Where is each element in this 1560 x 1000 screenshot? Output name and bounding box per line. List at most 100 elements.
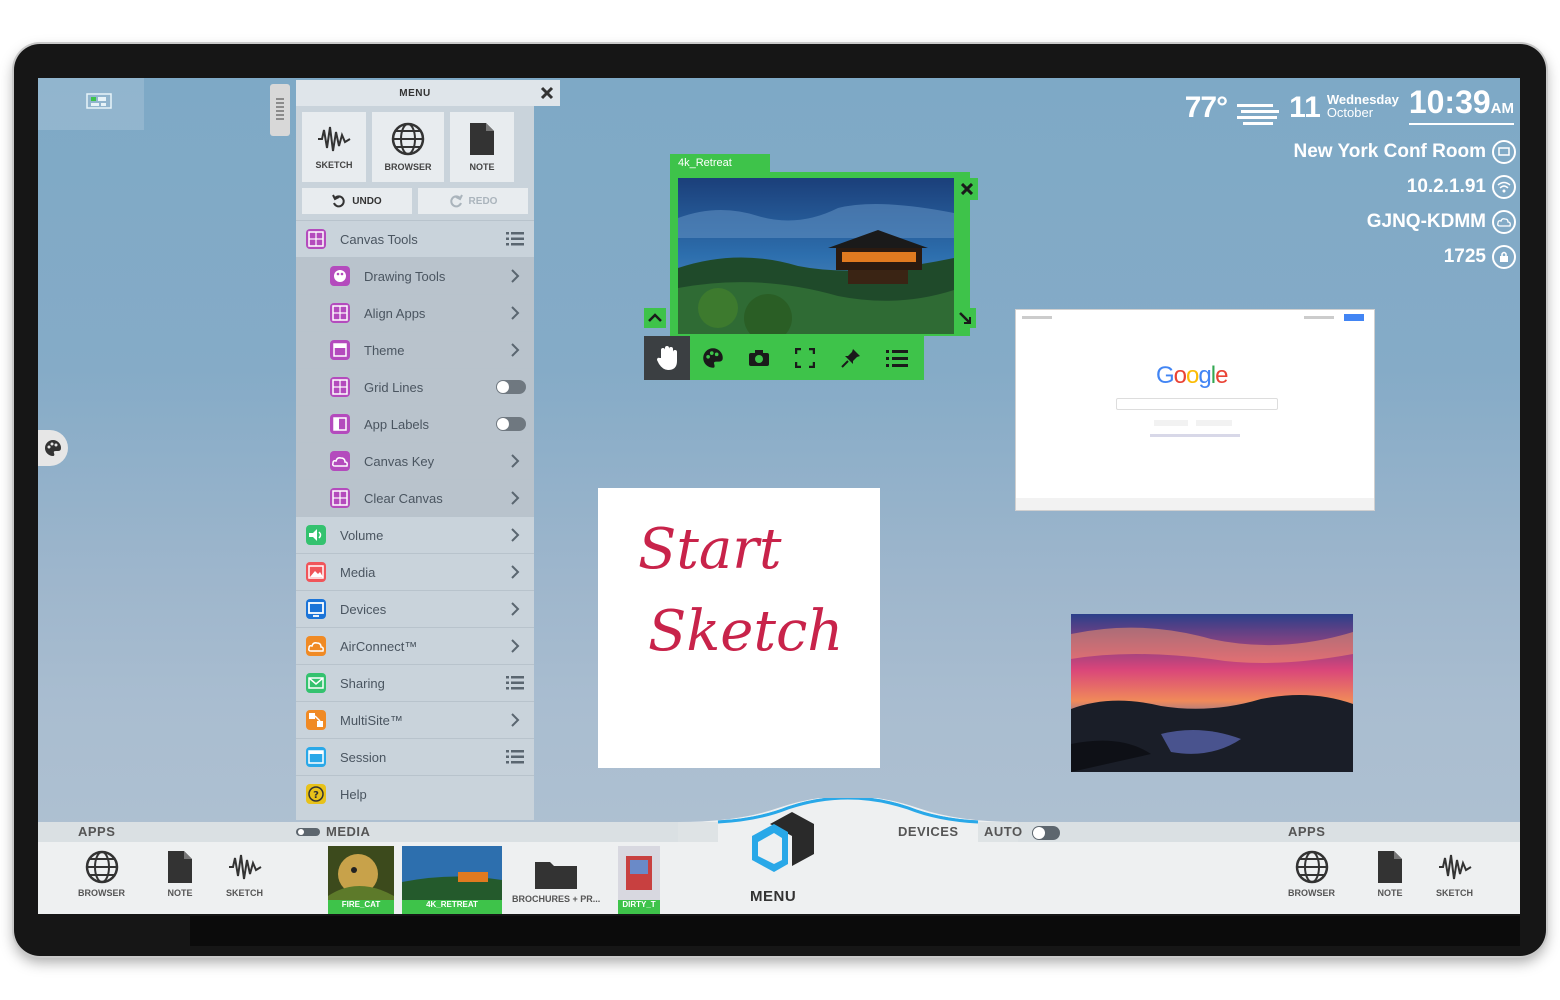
multisite-icon — [306, 710, 326, 730]
share-icon — [306, 673, 326, 693]
media-thumb-dirty[interactable]: DIRTY_T — [618, 846, 660, 914]
redo-button[interactable]: REDO — [418, 188, 528, 214]
menu-item-label: Clear Canvas — [364, 490, 443, 506]
menu-item-help[interactable]: ? Help — [296, 775, 534, 812]
lucky-button[interactable] — [1196, 420, 1232, 426]
dock-note-left[interactable]: NOTE — [166, 850, 194, 898]
dock-browser-right[interactable]: BROWSER — [1288, 850, 1335, 898]
media-thumb-fire-cat[interactable]: FIRE_CAT — [328, 846, 394, 914]
retreat-image[interactable] — [678, 178, 954, 334]
canvas-screen[interactable]: 77° 11 Wednesday October 10:39AM New Yor… — [38, 78, 1520, 914]
menu-item-canvas-tools[interactable]: Canvas Tools — [296, 220, 534, 257]
undo-button[interactable]: UNDO — [302, 188, 412, 214]
list-icon — [506, 748, 524, 766]
menu-drag-grip[interactable] — [270, 84, 290, 136]
google-logo: Google — [1156, 362, 1228, 390]
quick-browser-button[interactable]: BROWSER — [372, 112, 444, 182]
close-icon — [540, 86, 554, 100]
media-folder-brochures[interactable]: BROCHURES + PR... — [512, 858, 600, 904]
menu-item-devices[interactable]: Devices — [296, 590, 534, 627]
chevron-up-icon — [648, 313, 662, 322]
auto-toggle[interactable] — [1032, 826, 1060, 840]
status-clock-block: 77° 11 Wednesday October 10:39AM — [1185, 84, 1514, 125]
app-labels-toggle[interactable] — [496, 417, 526, 431]
menu-item-airconnect[interactable]: AirConnect™ — [296, 627, 534, 664]
grid-icon — [330, 377, 350, 397]
sunset-image[interactable] — [1071, 614, 1353, 772]
dock-sketch-right-label: SKETCH — [1436, 888, 1474, 898]
dock-browser-left-label: BROWSER — [78, 888, 125, 898]
apps-right-label: APPS — [1288, 824, 1326, 839]
sketch-line-1: Start — [638, 517, 782, 582]
dock-menu-label[interactable]: MENU — [750, 888, 796, 905]
palette-tool-button[interactable] — [690, 336, 736, 380]
fullscreen-button[interactable] — [782, 336, 828, 380]
undo-icon — [332, 194, 345, 208]
quick-sketch-button[interactable]: SKETCH — [302, 112, 366, 182]
image-window-tab[interactable]: 4k_Retreat — [670, 154, 770, 172]
day-number: 11 — [1289, 91, 1321, 124]
network-key: GJNQ-KDMM — [1366, 211, 1486, 232]
sketch-line-2: Sketch — [648, 599, 843, 664]
grip-lines-icon — [276, 98, 284, 120]
side-drawer-handle[interactable] — [38, 430, 68, 466]
chevron-right-icon — [506, 711, 524, 729]
grid-lines-toggle[interactable] — [496, 380, 526, 394]
redo-icon — [449, 194, 463, 208]
canvas-overview-widget[interactable] — [38, 78, 144, 130]
menu-item-drawing-tools[interactable]: Drawing Tools — [296, 257, 534, 294]
image-close-button[interactable] — [956, 178, 978, 200]
browser-window[interactable]: Google — [1016, 310, 1374, 510]
dock-sketch-right[interactable]: SKETCH — [1436, 850, 1473, 898]
undo-label: UNDO — [352, 195, 382, 207]
ip-line: 10.2.1.91 — [1407, 175, 1516, 199]
menu-item-clear-canvas[interactable]: Clear Canvas — [296, 479, 534, 516]
menu-item-align-apps[interactable]: Align Apps — [296, 294, 534, 331]
menu-item-label: Session — [340, 749, 387, 765]
menu-item-theme[interactable]: Theme — [296, 331, 534, 368]
label-icon — [330, 414, 350, 434]
options-list-button[interactable] — [874, 336, 920, 380]
display-chin — [190, 916, 1520, 946]
dock-sketch-left[interactable]: SKETCH — [226, 850, 263, 898]
menu-item-grid-lines[interactable]: Grid Lines — [296, 368, 534, 405]
lock-icon — [1492, 245, 1516, 269]
menu-item-multisite[interactable]: MultiSite™ — [296, 701, 534, 738]
menu-item-label: Devices — [340, 601, 387, 617]
menu-item-media[interactable]: Media — [296, 553, 534, 590]
sketch-window[interactable]: Start Sketch — [598, 488, 880, 768]
media-thumb-4k-retreat[interactable]: 4K_RETREAT — [402, 846, 502, 914]
dock-note-right[interactable]: NOTE — [1376, 850, 1404, 898]
dirty-thumb-label: DIRTY_T — [618, 900, 660, 910]
sign-in-button[interactable] — [1344, 314, 1364, 321]
sketch-canvas[interactable]: Start Sketch — [598, 488, 880, 768]
apps-left-label: APPS — [78, 824, 116, 839]
grid-icon — [330, 488, 350, 508]
menu-item-label: Help — [340, 786, 367, 802]
snapshot-button[interactable] — [736, 336, 782, 380]
dock-browser-left[interactable]: BROWSER — [78, 850, 125, 898]
redo-label: REDO — [468, 195, 498, 207]
move-tool-button[interactable] — [644, 336, 690, 380]
menu-item-app-labels[interactable]: App Labels — [296, 405, 534, 442]
image-collapse-button[interactable] — [644, 308, 666, 328]
menu-item-session[interactable]: Session — [296, 738, 534, 775]
pin-button[interactable] — [828, 336, 874, 380]
date-stack: Wednesday October — [1327, 93, 1399, 125]
browser-search-box[interactable] — [1116, 398, 1278, 410]
menu-item-volume[interactable]: Volume — [296, 516, 534, 553]
menu-close-button[interactable] — [534, 80, 560, 106]
menu-item-sharing[interactable]: Sharing — [296, 664, 534, 701]
search-button[interactable] — [1154, 420, 1188, 426]
palette-icon — [45, 440, 61, 456]
menu-item-canvas-key[interactable]: Canvas Key — [296, 442, 534, 479]
chevron-right-icon — [506, 341, 524, 359]
browser-footer-text — [1150, 434, 1240, 437]
image-resize-handle[interactable] — [954, 308, 976, 328]
retreat-photo — [678, 178, 954, 334]
center-menu-logo-icon[interactable] — [748, 806, 818, 876]
list-icon — [506, 674, 524, 692]
quick-note-button[interactable]: NOTE — [450, 112, 514, 182]
chevron-right-icon — [506, 452, 524, 470]
grid-icon — [330, 303, 350, 323]
